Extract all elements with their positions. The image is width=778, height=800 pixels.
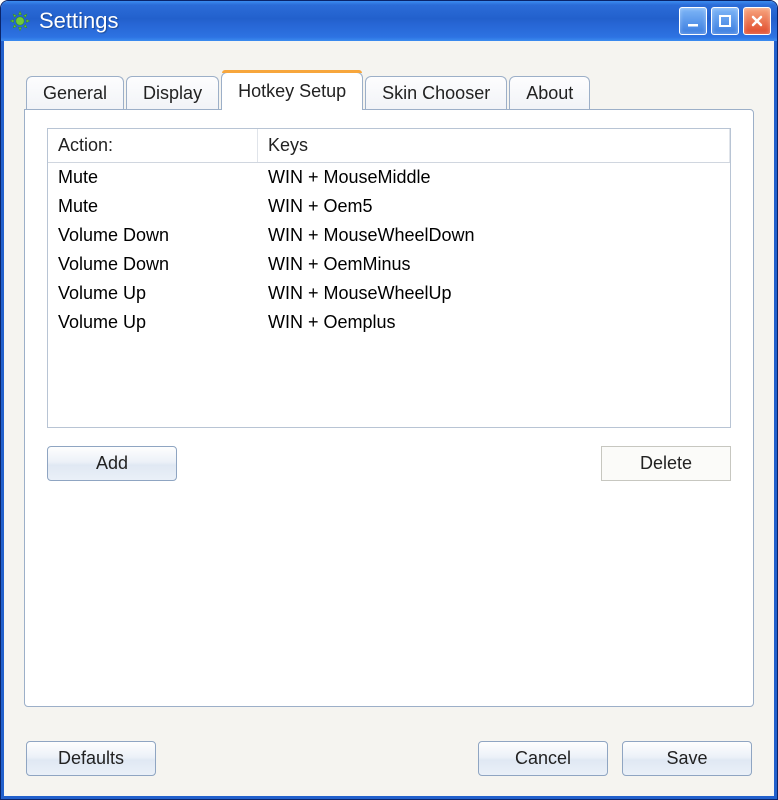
hotkey-list-header: Action: Keys [48,129,730,163]
cancel-button[interactable]: Cancel [478,741,608,776]
maximize-button[interactable] [711,7,739,35]
window-title: Settings [39,8,675,34]
client-area: General Display Hotkey Setup Skin Choose… [1,41,777,799]
hotkey-list-body: MuteWIN + MouseMiddleMuteWIN + Oem5Volum… [48,163,730,427]
app-icon [9,10,31,32]
column-header-keys[interactable]: Keys [258,129,730,162]
add-button[interactable]: Add [47,446,177,481]
cell-action: Mute [48,165,258,190]
table-row[interactable]: Volume DownWIN + MouseWheelDown [48,221,730,250]
cell-action: Volume Up [48,281,258,306]
tabstrip: General Display Hotkey Setup Skin Choose… [26,71,754,109]
tab-display[interactable]: Display [126,76,219,110]
cell-action: Volume Down [48,223,258,248]
cell-action: Volume Down [48,252,258,277]
save-button[interactable]: Save [622,741,752,776]
table-row[interactable]: Volume UpWIN + MouseWheelUp [48,279,730,308]
tab-hotkey-setup[interactable]: Hotkey Setup [221,72,363,110]
hotkey-row-actions: Add Delete [47,446,731,481]
tabpage-hotkey-setup: Action: Keys MuteWIN + MouseMiddleMuteWI… [24,109,754,707]
table-row[interactable]: MuteWIN + MouseMiddle [48,163,730,192]
table-row[interactable]: Volume UpWIN + Oemplus [48,308,730,337]
cell-keys: WIN + MouseMiddle [258,165,730,190]
settings-window: Settings General Display Hotkey Setup Sk… [0,0,778,800]
tab-about[interactable]: About [509,76,590,110]
delete-button[interactable]: Delete [601,446,731,481]
table-row[interactable]: MuteWIN + Oem5 [48,192,730,221]
titlebar: Settings [1,1,777,41]
defaults-button[interactable]: Defaults [26,741,156,776]
cell-keys: WIN + MouseWheelDown [258,223,730,248]
cell-keys: WIN + OemMinus [258,252,730,277]
minimize-button[interactable] [679,7,707,35]
inner-panel: General Display Hotkey Setup Skin Choose… [4,41,774,727]
cell-keys: WIN + Oem5 [258,194,730,219]
close-button[interactable] [743,7,771,35]
cell-keys: WIN + Oemplus [258,310,730,335]
tab-skin-chooser[interactable]: Skin Chooser [365,76,507,110]
cell-action: Volume Up [48,310,258,335]
bottom-button-bar: Defaults Cancel Save [4,727,774,796]
hotkey-list[interactable]: Action: Keys MuteWIN + MouseMiddleMuteWI… [47,128,731,428]
cell-action: Mute [48,194,258,219]
column-header-action[interactable]: Action: [48,129,258,162]
table-row[interactable]: Volume DownWIN + OemMinus [48,250,730,279]
tab-general[interactable]: General [26,76,124,110]
cell-keys: WIN + MouseWheelUp [258,281,730,306]
